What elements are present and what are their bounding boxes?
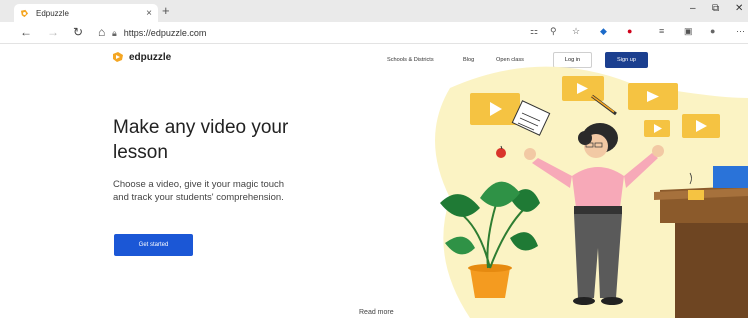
back-icon[interactable]: ← xyxy=(20,25,32,39)
opera-extension-icon[interactable]: ● xyxy=(627,26,632,36)
tab-title: Edpuzzle xyxy=(36,8,69,18)
lock-icon: 🔒︎ xyxy=(112,27,117,38)
edpuzzle-logo[interactable]: edpuzzle xyxy=(112,51,171,63)
browser-tab[interactable]: Edpuzzle × xyxy=(14,4,158,22)
collections-icon[interactable]: ▣ xyxy=(684,26,693,37)
browser-address-bar: ← → ↻ ⌂ 🔒︎ https://edpuzzle.com ⚏ ⚲ ☆ ◆ … xyxy=(0,22,748,44)
home-icon[interactable]: ⌂ xyxy=(98,25,105,39)
more-options-icon[interactable]: ⋯ xyxy=(736,26,745,37)
refresh-icon[interactable]: ↻ xyxy=(73,25,83,39)
url-text: https://edpuzzle.com xyxy=(123,28,207,38)
favorites-list-icon[interactable]: ≡ xyxy=(659,26,664,36)
forward-icon[interactable]: → xyxy=(47,25,59,39)
browser-tab-bar: Edpuzzle × + – ⧉ ✕ xyxy=(0,0,748,22)
minimize-button[interactable]: – xyxy=(690,3,696,14)
hero-illustration xyxy=(435,66,748,318)
extension-icon[interactable]: ◆ xyxy=(600,26,607,37)
close-window-button[interactable]: ✕ xyxy=(735,3,743,14)
tab-close-icon[interactable]: × xyxy=(146,8,152,19)
zoom-icon[interactable]: ⚲ xyxy=(550,26,557,37)
reader-view-icon[interactable]: ⚏ xyxy=(530,26,538,37)
profile-avatar[interactable]: ● xyxy=(710,26,715,36)
logo-text: edpuzzle xyxy=(129,51,172,63)
edpuzzle-favicon-icon xyxy=(20,9,29,17)
hero-headline: Make any video your lesson xyxy=(113,117,289,163)
new-tab-button[interactable]: + xyxy=(162,3,170,18)
restore-button[interactable]: ⧉ xyxy=(712,3,719,14)
favorite-star-icon[interactable]: ☆ xyxy=(572,26,580,37)
read-more-link[interactable]: Read more xyxy=(359,309,394,316)
get-started-button[interactable]: Get started xyxy=(114,234,193,256)
puzzle-logo-icon xyxy=(113,52,123,62)
hero-subtext: Choose a video, give it your magic touch… xyxy=(113,179,285,203)
